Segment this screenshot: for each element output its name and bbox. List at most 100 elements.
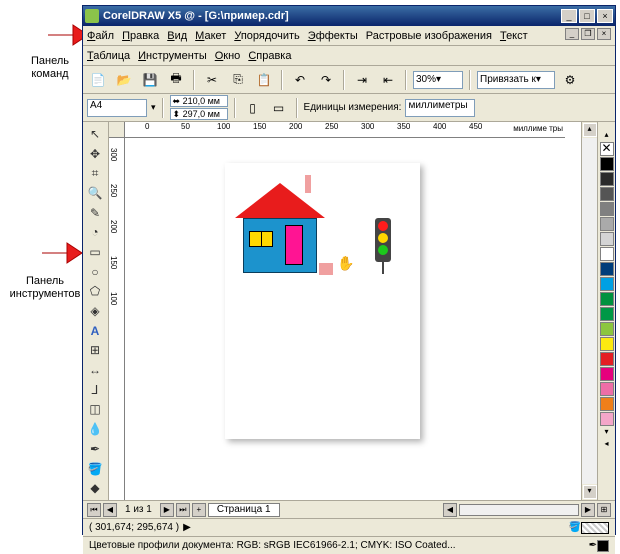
swatch[interactable] — [600, 262, 614, 276]
paste-button[interactable]: 📋 — [253, 69, 275, 91]
status-outline-swatch[interactable] — [597, 540, 609, 552]
scroll-left-button[interactable]: ◀ — [443, 503, 457, 517]
fill-tool[interactable]: 🪣 — [83, 459, 107, 479]
menu-bitmaps[interactable]: Растровые изображения — [366, 30, 492, 42]
page[interactable]: ✋ — [225, 163, 420, 439]
close-button[interactable]: × — [597, 9, 613, 23]
scroll-right-button[interactable]: ▶ — [581, 503, 595, 517]
scrollbar-horizontal[interactable] — [459, 504, 579, 516]
menu-table[interactable]: Таблица — [87, 50, 130, 62]
add-page-button[interactable]: + — [192, 503, 206, 517]
landscape-button[interactable]: ▭ — [268, 97, 290, 119]
paper-size-select[interactable]: A4 — [87, 99, 147, 117]
house-door[interactable] — [285, 225, 303, 265]
swatch[interactable] — [600, 172, 614, 186]
pick-tool[interactable]: ↖ — [83, 124, 107, 144]
drawing-area[interactable]: ✋ — [125, 138, 565, 500]
menu-window[interactable]: Окно — [215, 50, 241, 62]
navigator-button[interactable]: ⊞ — [597, 503, 611, 517]
nav-first-button[interactable]: ⏮ — [87, 503, 101, 517]
scroll-up-button[interactable]: ▴ — [583, 123, 597, 137]
house-roof[interactable] — [235, 183, 325, 218]
cut-button[interactable]: ✂ — [201, 69, 223, 91]
swatch[interactable] — [600, 352, 614, 366]
open-button[interactable]: 📂 — [113, 69, 135, 91]
swatch[interactable] — [600, 247, 614, 261]
ruler-vertical[interactable]: 300 250 200 150 100 — [109, 138, 125, 500]
connector-tool[interactable]: ⅃ — [83, 380, 107, 400]
page-tab[interactable]: Страница 1 — [208, 503, 280, 517]
menu-help[interactable]: Справка — [248, 50, 291, 62]
import-button[interactable]: ⇥ — [351, 69, 373, 91]
swatch[interactable] — [600, 292, 614, 306]
snap-select[interactable]: Привязать к ▾ — [477, 71, 555, 89]
polygon-tool[interactable]: ⬠ — [83, 282, 107, 302]
doc-minimize-button[interactable]: _ — [565, 28, 579, 40]
scrollbar-vertical[interactable]: ▴ ▾ — [581, 122, 597, 500]
swatch[interactable] — [600, 217, 614, 231]
portrait-button[interactable]: ▯ — [242, 97, 264, 119]
swatch[interactable] — [600, 307, 614, 321]
swatch[interactable] — [600, 187, 614, 201]
units-select[interactable]: миллиметры — [405, 99, 475, 117]
menu-text[interactable]: Текст — [500, 30, 528, 42]
titlebar[interactable]: CorelDRAW X5 @ - [G:\пример.cdr] _ □ × — [83, 6, 615, 26]
copy-button[interactable]: ⎘ — [227, 69, 249, 91]
menu-tools[interactable]: Инструменты — [138, 50, 207, 62]
nav-last-button[interactable]: ⏭ — [176, 503, 190, 517]
print-button[interactable]: 🖶 — [165, 69, 187, 91]
swatch[interactable] — [600, 367, 614, 381]
interactive-fill-tool[interactable]: ◆ — [83, 478, 107, 498]
export-button[interactable]: ⇤ — [377, 69, 399, 91]
swatch[interactable] — [600, 337, 614, 351]
smart-fill-tool[interactable]: ◔ — [83, 222, 107, 242]
swatch[interactable] — [600, 322, 614, 336]
page-height-input[interactable]: ⬍ 297,0 мм — [170, 108, 228, 120]
ruler-horizontal[interactable]: 0 50 100 150 200 250 300 350 400 450 мил… — [125, 122, 565, 138]
new-button[interactable]: 📄 — [87, 69, 109, 91]
menu-effects[interactable]: Эффекты — [308, 30, 358, 42]
house-steps[interactable] — [319, 263, 333, 275]
page-width-input[interactable]: ⬌ 210,0 мм — [170, 95, 228, 107]
swatch[interactable] — [600, 382, 614, 396]
nav-next-button[interactable]: ▶ — [160, 503, 174, 517]
zoom-select[interactable]: 30% ▾ — [413, 71, 463, 89]
menu-arrange[interactable]: Упорядочить — [234, 30, 299, 42]
doc-restore-button[interactable]: ❐ — [581, 28, 595, 40]
palette-flyout-button[interactable]: ◂ — [600, 439, 614, 449]
menu-file[interactable]: Файл — [87, 30, 114, 42]
swatch[interactable] — [600, 157, 614, 171]
minimize-button[interactable]: _ — [561, 9, 577, 23]
palette-up-button[interactable]: ▴ — [600, 130, 614, 140]
scroll-down-button[interactable]: ▾ — [583, 485, 597, 499]
rectangle-tool[interactable]: ▭ — [83, 242, 107, 262]
ruler-origin[interactable] — [109, 122, 125, 138]
palette-down-button[interactable]: ▾ — [600, 427, 614, 437]
swatch[interactable] — [600, 202, 614, 216]
outline-tool[interactable]: ✒ — [83, 439, 107, 459]
text-tool[interactable]: A — [83, 321, 107, 341]
maximize-button[interactable]: □ — [579, 9, 595, 23]
menu-view[interactable]: Вид — [167, 30, 187, 42]
basic-shapes-tool[interactable]: ◈ — [83, 301, 107, 321]
menu-layout[interactable]: Макет — [195, 30, 226, 42]
zoom-tool[interactable]: 🔍 — [83, 183, 107, 203]
redo-button[interactable]: ↷ — [315, 69, 337, 91]
eyedropper-tool[interactable]: 💧 — [83, 419, 107, 439]
save-button[interactable]: 💾 — [139, 69, 161, 91]
menu-edit[interactable]: Правка — [122, 30, 159, 42]
options-button[interactable]: ⚙ — [559, 69, 581, 91]
dimension-tool[interactable]: ↔ — [83, 360, 107, 380]
swatch[interactable] — [600, 397, 614, 411]
table-tool[interactable]: ⊞ — [83, 341, 107, 361]
undo-button[interactable]: ↶ — [289, 69, 311, 91]
house-window[interactable] — [249, 231, 273, 247]
freehand-tool[interactable]: ✎ — [83, 203, 107, 223]
swatch-none[interactable]: ✕ — [600, 142, 614, 156]
nav-prev-button[interactable]: ◀ — [103, 503, 117, 517]
swatch[interactable] — [600, 232, 614, 246]
crop-tool[interactable]: ⌗ — [83, 163, 107, 183]
doc-close-button[interactable]: × — [597, 28, 611, 40]
status-fill-swatch[interactable] — [581, 522, 609, 534]
ellipse-tool[interactable]: ○ — [83, 262, 107, 282]
